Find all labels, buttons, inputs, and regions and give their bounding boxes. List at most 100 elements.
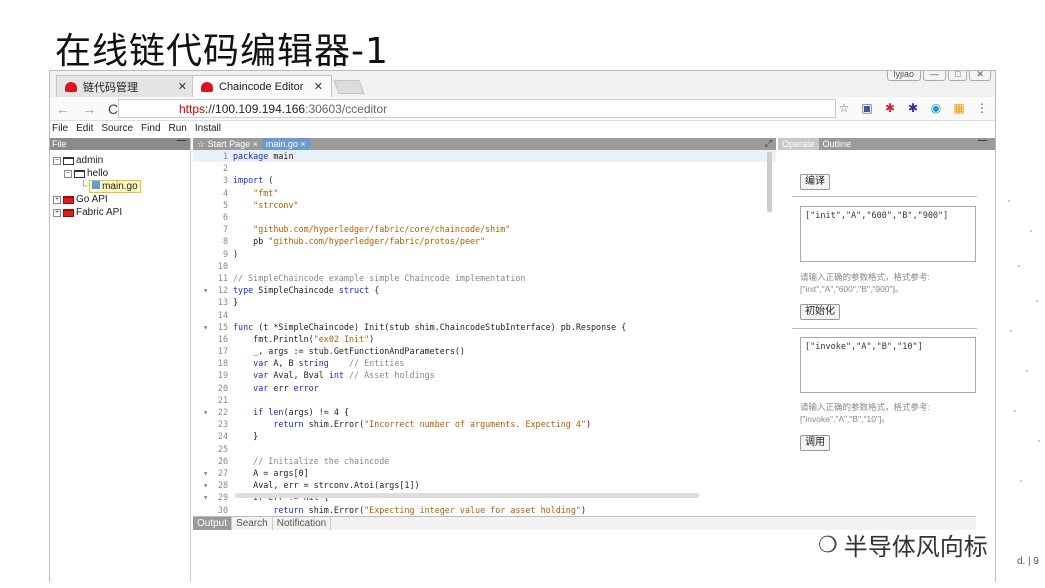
menu-source[interactable]: Source (101, 123, 133, 134)
tree-item-hello[interactable]: − hello (50, 167, 190, 180)
vertical-scrollbar[interactable] (767, 152, 772, 212)
code-line[interactable]: 2 (193, 162, 776, 174)
code-line[interactable]: 10 (193, 260, 776, 272)
code-line[interactable]: 13} (193, 296, 776, 308)
menu-edit[interactable]: Edit (76, 123, 93, 134)
menu-file[interactable]: File (52, 123, 68, 134)
code-line[interactable]: 11 // SimpleChaincode example simple Chai… (193, 272, 776, 284)
close-icon[interactable]: ✕ (178, 80, 187, 93)
code-line[interactable]: 5 "strconv" (193, 199, 776, 211)
code-line[interactable]: 8 pb "github.com/hyperledger/fabric/prot… (193, 235, 776, 247)
expand-icon[interactable]: + (53, 208, 61, 217)
code-line[interactable]: 9) (193, 248, 776, 260)
invoke-args-input[interactable]: ["invoke","A","B","10"] (800, 337, 976, 393)
code-line[interactable]: ▾ 28 Aval, err = strconv.Atoi(args[1]) (193, 479, 776, 491)
menu-find[interactable]: Find (141, 123, 160, 134)
code-line[interactable]: ▾ 15 func (t *SimpleChaincode) Init(stub s… (193, 321, 776, 333)
tab-search[interactable]: Search (232, 517, 273, 530)
code-line[interactable]: 3 import ( (193, 174, 776, 186)
line-number: 13 (217, 297, 228, 308)
huawei-logo-icon (65, 81, 77, 92)
browser-window: 链代码管理 ✕ Chaincode Editor ✕ lyjiao — □ ✕ … (49, 70, 996, 582)
image-icon[interactable]: ▦ (952, 101, 966, 115)
tree-item-admin[interactable]: − admin (50, 154, 190, 167)
code-line[interactable]: 20 var err error (193, 382, 776, 394)
code-text: fmt.Println("ex02 Init") (233, 333, 375, 344)
forward-icon[interactable]: → (82, 101, 96, 117)
code-line[interactable]: ▾ 27 A = args[0] (193, 467, 776, 479)
code-line[interactable]: 25 (193, 443, 776, 455)
tree-item-main-go[interactable]: └ main.go (50, 180, 190, 193)
code-line[interactable]: 16 fmt.Println("ex02 Init") (193, 333, 776, 345)
code-line[interactable]: 21 (193, 394, 776, 406)
code-line[interactable]: 24 } (193, 430, 776, 442)
line-number: 9 (222, 248, 228, 259)
close-window-button[interactable]: ✕ (969, 71, 991, 81)
tab-notification[interactable]: Notification (273, 517, 332, 530)
code-text: package main (233, 151, 294, 162)
code-line[interactable]: 6 (193, 211, 776, 223)
code-line[interactable]: ▾ 22 if len(args) != 4 { (193, 406, 776, 418)
browser-tab-chaincode-editor[interactable]: Chaincode Editor ✕ (192, 75, 332, 97)
code-line[interactable]: 26 // Initialize the chaincode (193, 455, 776, 467)
menu-install[interactable]: Install (195, 123, 221, 134)
invoke-button[interactable]: 调用 (800, 435, 830, 451)
code-line[interactable]: 14 (193, 308, 776, 320)
url-input[interactable]: https://100.109.194.166:30603/cceditor (118, 99, 836, 118)
line-number: ▾ 22 (203, 407, 228, 418)
puzzle-icon[interactable]: ✱ (906, 101, 920, 115)
tab-outline[interactable]: Outline (819, 138, 856, 150)
tree-item-fabric-api[interactable]: + Fabric API (50, 206, 190, 219)
init-button[interactable]: 初始化 (800, 304, 840, 320)
code-line[interactable]: 4 "fmt" (193, 187, 776, 199)
collapse-icon[interactable]: − (53, 156, 61, 165)
back-icon[interactable]: ← (56, 101, 70, 117)
folder-icon (63, 195, 74, 204)
tree-item-go-api[interactable]: + Go API (50, 193, 190, 206)
code-line[interactable]: 23 return shim.Error("Incorrect number o… (193, 418, 776, 430)
slide-title: 在线链代码编辑器-1 (55, 31, 389, 72)
tab-start-page[interactable]: ☆ Start Page × (193, 138, 262, 150)
menu-icon[interactable]: ⋮ (975, 101, 989, 115)
code-text: func (t *SimpleChaincode) Init(stub shim… (233, 321, 627, 332)
code-line[interactable]: 7 "github.com/hyperledger/fabric/core/ch… (193, 223, 776, 235)
window-controls: lyjiao — □ ✕ (886, 71, 991, 81)
expand-icon[interactable]: + (53, 195, 61, 204)
minimize-icon[interactable]: — (974, 135, 991, 145)
reload-icon[interactable]: C (108, 101, 118, 117)
code-line[interactable]: 18 var A, B string // Entities (193, 357, 776, 369)
browser-tab-chaincode-mgmt[interactable]: 链代码管理 ✕ (56, 75, 196, 97)
code-text: import ( (233, 175, 274, 186)
collapse-icon[interactable]: − (64, 169, 72, 178)
maximize-button[interactable]: □ (948, 71, 968, 81)
horizontal-scrollbar[interactable] (235, 493, 699, 498)
extension-icon[interactable]: ▣ (860, 101, 874, 115)
minimize-button[interactable]: — (923, 71, 947, 81)
globe-icon[interactable]: ◉ (929, 101, 943, 115)
tab-operate[interactable]: Operate (778, 138, 819, 150)
close-icon[interactable]: ✕ (314, 80, 323, 93)
tab-main-go[interactable]: main.go × (261, 138, 310, 150)
code-line[interactable]: 19 var Aval, Bval int // Asset holdings (193, 369, 776, 381)
line-number: ▾ 15 (203, 321, 228, 332)
code-line[interactable]: 1 package main (193, 150, 776, 163)
code-line[interactable]: 30 return shim.Error("Expecting integer … (193, 503, 776, 515)
bookmark-star-icon[interactable]: ☆ (837, 101, 851, 115)
user-badge[interactable]: lyjiao (886, 71, 922, 81)
init-args-input[interactable]: ["init","A","600","B","900"] (800, 206, 976, 262)
menu-run[interactable]: Run (169, 123, 187, 134)
new-tab-button[interactable] (333, 80, 365, 94)
puzzle-icon[interactable]: ✱ (883, 101, 897, 115)
code-text: A = args[0] (233, 467, 309, 478)
tab-output[interactable]: Output (193, 517, 233, 530)
compile-button[interactable]: 编译 (800, 174, 830, 190)
fullscreen-icon[interactable]: ⤢ (765, 138, 772, 149)
line-number: 1 (222, 151, 228, 162)
code-line[interactable]: 17 _, args := stub.GetFunctionAndParamet… (193, 345, 776, 357)
code-editor[interactable]: 1 package main 2 3 import (4 "fmt" 5 "strconv… (193, 150, 776, 516)
minimize-icon[interactable]: — (177, 135, 186, 145)
code-line[interactable]: ▾ 12 type SimpleChaincode struct { (193, 284, 776, 296)
line-number: 25 (217, 443, 228, 454)
code-text: "fmt" (253, 187, 279, 198)
line-number: 8 (222, 236, 228, 247)
